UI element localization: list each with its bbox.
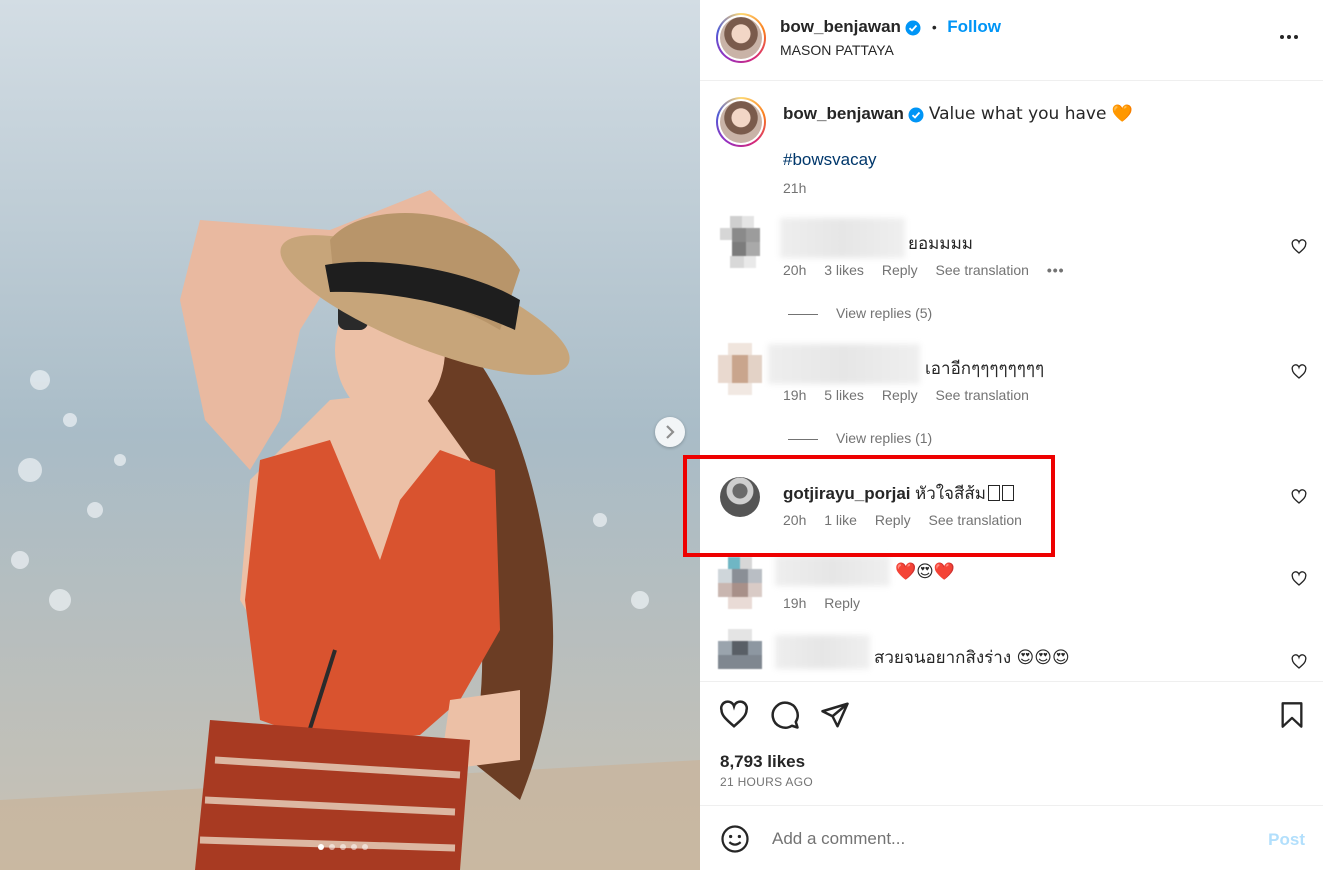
commenter-username[interactable]: gotjirayu_porjai [783,484,911,503]
comment-like-heart-icon[interactable] [1291,489,1307,505]
carousel-dot [318,844,324,850]
post-photo [0,0,700,870]
commenter-username-blurred [775,635,870,669]
replies-divider [788,438,818,440]
unrendered-emoji-glyphs [1001,485,1014,501]
author-avatar[interactable] [716,97,766,147]
like-heart-icon[interactable] [719,700,749,730]
comments-list[interactable]: bow_benjawan Value what you have 🧡 #bows… [700,81,1323,681]
unrendered-emoji-glyphs [987,485,1000,501]
location-link[interactable]: MASON PATTAYA [780,42,894,58]
comment-text: สวยจนอยากสิงร่าง 😍😍😍 [874,648,1070,668]
carousel-indicator [318,844,368,850]
commenter-avatar[interactable] [720,477,760,517]
post-header: bow_benjawan • Follow MASON PATTAYA [700,0,1323,81]
comment-like-heart-icon[interactable] [1291,239,1307,255]
comment-time: 19h [783,387,807,403]
caption: bow_benjawan Value what you have 🧡 [783,104,1133,124]
post-comment-button[interactable]: Post [1268,830,1305,850]
post-timestamp: 21 HOURS AGO [720,775,813,789]
comment-like-heart-icon[interactable] [1291,654,1307,670]
caption-username[interactable]: bow_benjawan [783,104,904,123]
add-comment-bar: Post [700,805,1323,871]
post-media[interactable] [0,0,700,870]
view-replies-label: View replies (1) [836,430,933,446]
chevron-right-icon [666,425,675,439]
add-comment-input[interactable] [770,828,1254,850]
comment-like-heart-icon[interactable] [1291,364,1307,380]
verified-badge-icon [905,20,921,36]
see-translation-button[interactable]: See translation [936,387,1029,403]
commenter-avatar[interactable] [718,343,762,397]
save-bookmark-icon[interactable] [1278,700,1306,730]
reply-button[interactable]: Reply [824,595,860,611]
comment-text: หัวใจสีส้ม [914,484,986,503]
commenter-avatar[interactable] [718,557,762,611]
comment-likes[interactable]: 5 likes [824,387,864,403]
commenter-username-blurred [768,344,920,384]
comment-likes[interactable]: 3 likes [824,262,864,278]
carousel-dot [329,844,335,850]
reply-button[interactable]: Reply [882,262,918,278]
share-paper-plane-icon[interactable] [820,700,850,730]
comment-time: 20h [783,512,807,528]
emoji-picker-icon[interactable] [720,824,750,854]
separator-dot: • [931,19,937,35]
view-replies-button[interactable]: View replies (5) [788,305,932,321]
comment-likes[interactable]: 1 like [824,512,857,528]
caption-time: 21h [783,180,807,196]
post-panel: bow_benjawan • Follow MASON PATTAYA bow_… [700,0,1323,870]
likes-count[interactable]: 8,793 likes [720,752,805,772]
comment-like-heart-icon[interactable] [1291,571,1307,587]
more-options-icon[interactable] [1279,27,1299,47]
author-username[interactable]: bow_benjawan [780,17,901,36]
carousel-dot [362,844,368,850]
comment-text: ❤️😍❤️ [895,562,956,582]
caption-text: Value what you have 🧡 [928,104,1134,124]
follow-button[interactable]: Follow [947,17,1001,36]
comment-text: ยอมมมม [908,234,973,253]
carousel-dot [340,844,346,850]
reply-button[interactable]: Reply [882,387,918,403]
commenter-username-blurred [775,556,890,586]
post-actions: 8,793 likes 21 HOURS AGO [700,681,1323,804]
see-translation-button[interactable]: See translation [936,262,1029,278]
verified-badge-icon [908,107,924,123]
author-avatar[interactable] [716,13,766,63]
replies-divider [788,313,818,315]
view-replies-label: View replies (5) [836,305,933,321]
comment-more-button[interactable]: ••• [1047,262,1065,278]
hashtag-link[interactable]: #bowsvacay [783,150,877,170]
comment-text: เอาอีกๆๆๆๆๆๆๆๆ [925,359,1045,378]
comment-time: 20h [783,262,807,278]
see-translation-button[interactable]: See translation [929,512,1022,528]
comment-bubble-icon[interactable] [770,700,800,730]
reply-button[interactable]: Reply [875,512,911,528]
view-replies-button[interactable]: View replies (1) [788,430,932,446]
commenter-avatar[interactable] [718,629,762,681]
carousel-dot [351,844,357,850]
commenter-username-blurred [780,218,905,258]
comment-time: 19h [783,595,807,611]
commenter-avatar[interactable] [720,216,764,270]
next-image-button[interactable] [655,417,685,447]
